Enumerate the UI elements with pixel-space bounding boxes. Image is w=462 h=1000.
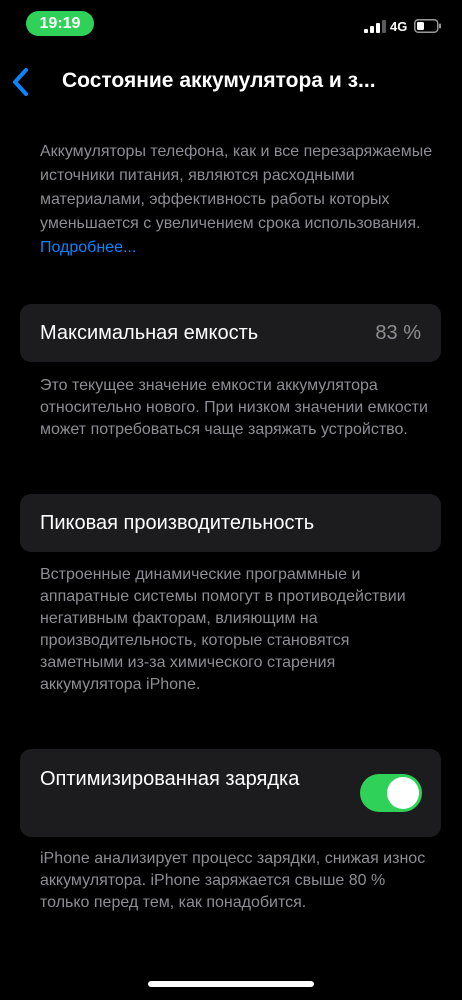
network-type: 4G [390,19,408,34]
status-bar: 19:19 4G [0,0,462,44]
intro-body: Аккумуляторы телефона, как и все перезар… [40,143,433,232]
chevron-left-icon[interactable] [8,64,34,100]
home-indicator[interactable] [148,981,314,987]
peak-performance-cell: Пиковая производительность [20,494,441,552]
max-capacity-cell: Максимальная емкость 83 % [20,304,441,362]
optimized-charging-footnote: iPhone анализирует процесс зарядки, сниж… [40,850,426,911]
status-time: 19:19 [26,11,94,36]
optimized-charging-toggle[interactable] [360,774,422,812]
intro-text: Аккумуляторы телефона, как и все перезар… [40,140,435,260]
peak-performance-footnote: Встроенные динамические программные и ап… [40,566,406,693]
page-title: Состояние аккумулятора и з... [62,69,376,92]
nav-bar: Состояние аккумулятора и з... [0,56,462,108]
max-capacity-value: 83 % [375,322,421,344]
learn-more-link[interactable]: Подробнее... [40,239,136,256]
battery-icon [414,19,441,33]
toggle-knob [387,777,419,809]
peak-performance-label: Пиковая производительность [40,512,315,534]
optimized-charging-label: Оптимизированная зарядка [40,768,300,790]
max-capacity-footnote: Это текущее значение емкости аккумулятор… [40,377,428,438]
signal-icon [364,20,386,33]
optimized-charging-cell: Оптимизированная зарядка [20,749,441,837]
max-capacity-label: Максимальная емкость [40,322,259,344]
